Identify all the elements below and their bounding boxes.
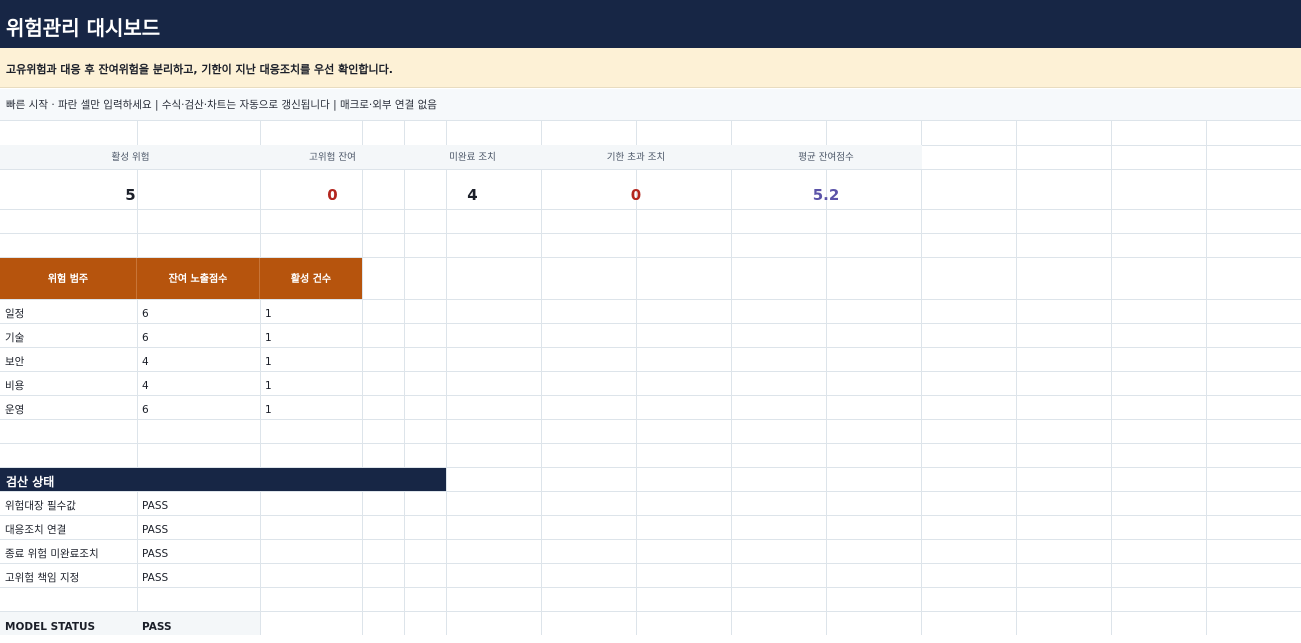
kpi-label-open-actions[interactable]: 미완료 조치 (404, 145, 541, 169)
kpi-value-avg-residual[interactable]: 5.2 (731, 169, 921, 209)
header-active-count[interactable]: 활성 건수 (260, 258, 362, 299)
kpi-label-high-residual[interactable]: 고위험 잔여 (261, 145, 404, 169)
quick-start-note[interactable]: 빠른 시작 · 파란 셀만 입력하세요 | 수식·검산·차트는 자동으로 갱신됩… (0, 89, 1301, 121)
check-name-cell[interactable]: 고위험 책임 지정 (0, 564, 137, 592)
check-result-cell[interactable]: PASS (137, 564, 260, 592)
model-status-value[interactable]: PASS (137, 612, 260, 635)
kpi-label-avg-residual[interactable]: 평균 잔여점수 (731, 145, 921, 169)
kpi-value-overdue-actions[interactable]: 0 (541, 169, 731, 209)
spreadsheet: 위험관리 대시보드 고유위험과 대응 후 잔여위험을 분리하고, 기한이 지난 … (0, 0, 1301, 635)
kpi-value-active-risks[interactable]: 5 (0, 169, 261, 209)
kpi-value-high-residual[interactable]: 0 (261, 169, 404, 209)
kpi-value-open-actions[interactable]: 4 (404, 169, 541, 209)
kpi-label-overdue-actions[interactable]: 기한 초과 조치 (541, 145, 731, 169)
dashboard-title[interactable]: 위험관리 대시보드 (0, 0, 1301, 48)
header-residual-score[interactable]: 잔여 노출점수 (137, 258, 260, 299)
instruction-note[interactable]: 고유위험과 대응 후 잔여위험을 분리하고, 기한이 지난 대응조치를 우선 확… (0, 48, 1301, 88)
residual-score-cell[interactable]: 6 (137, 396, 260, 424)
checks-section-title[interactable]: 검산 상태 (0, 468, 446, 491)
active-count-cell[interactable]: 1 (260, 396, 362, 424)
kpi-label-active-risks[interactable]: 활성 위험 (0, 145, 261, 169)
header-risk-category[interactable]: 위험 범주 (0, 258, 137, 299)
category-cell[interactable]: 운영 (0, 396, 137, 424)
model-status-label[interactable]: MODEL STATUS (0, 612, 137, 635)
